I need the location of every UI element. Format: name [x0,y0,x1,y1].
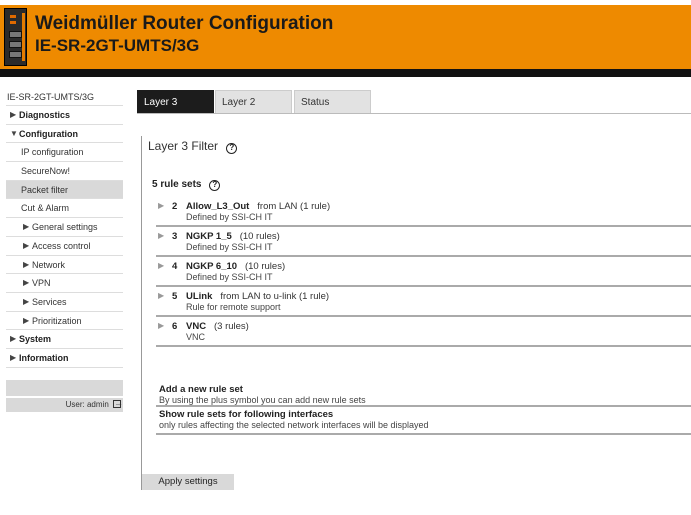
router-device-icon [4,8,27,66]
triangle-right-icon: ▶ [23,222,30,232]
rule-set-description: Defined by SSI-CH IT [186,212,273,222]
rule-set-description: Rule for remote support [186,302,281,312]
sidebar-item-label: Access control [32,240,91,251]
expand-icon[interactable]: ▶ [158,261,164,270]
rule-set-number: 3 [172,231,178,242]
rule-set-count: 5 rule sets ? [152,179,221,191]
rule-set-description: Defined by SSI-CH IT [186,242,273,252]
rule-set-number: 5 [172,291,178,302]
triangle-right-icon: ▶ [10,334,17,344]
triangle-right-icon: ▶ [10,110,17,119]
main-content: Layer 3 Filter ? 5 rule sets ? ▶ 2 Allow… [141,136,691,490]
sidebar-item-diagnostics[interactable]: ▶ Diagnostics [6,106,123,125]
add-rule-set-title: Add a new rule set [159,384,243,395]
rule-set-row[interactable]: ▶ 4 NGKP 6_10 (10 rules) Defined by SSI-… [156,260,691,287]
page-title-text: Layer 3 Filter [148,139,219,153]
rule-set-info: from LAN to u-link (1 rule) [220,291,330,302]
triangle-right-icon: ▶ [23,296,30,306]
sidebar-item-label: Prioritization [32,315,82,326]
expand-icon[interactable]: ▶ [158,321,164,330]
sidebar-device-name: IE-SR-2GT-UMTS/3G [6,88,123,106]
expand-icon[interactable]: ▶ [158,231,164,240]
rule-set-name: NGKP 6_10 [186,261,238,272]
triangle-right-icon: ▶ [10,352,17,362]
rule-set-name: VNC [186,321,207,332]
rule-set-list: ▶ 2 Allow_L3_Out from LAN (1 rule) Defin… [156,200,691,350]
interface-filter-section[interactable]: Show rule sets for following interfaces … [156,409,691,435]
app-header: Weidmüller Router Configuration IE-SR-2G… [0,0,691,77]
rule-set-description: Defined by SSI-CH IT [186,272,273,282]
sidebar-item-services[interactable]: ▶ Services [6,293,123,312]
rule-set-info: (10 rules) [239,231,280,242]
sidebar-item-configuration[interactable]: ▼ Configuration [6,125,123,144]
rule-set-number: 6 [172,321,178,332]
expand-icon[interactable]: ▶ [158,201,164,210]
sidebar-item-label: IP configuration [21,147,84,158]
add-rule-set-description: By using the plus symbol you can add new… [159,395,366,405]
sidebar-item-system[interactable]: ▶ System [6,330,123,349]
rule-set-row[interactable]: ▶ 2 Allow_L3_Out from LAN (1 rule) Defin… [156,200,691,227]
sidebar-item-label: Diagnostics [19,110,71,120]
sidebar-item-label: Cut & Alarm [21,203,70,214]
header-divider [0,69,691,77]
sidebar-item-access-control[interactable]: ▶ Access control [6,237,123,256]
expand-icon[interactable]: ▶ [158,291,164,300]
triangle-right-icon: ▶ [23,259,30,269]
tab-bar: Layer 3 Layer 2 Status [137,90,691,114]
sidebar-item-ip-configuration[interactable]: IP configuration [6,143,123,163]
sidebar-item-label: System [19,334,52,345]
app-title: Weidmüller Router Configuration [35,13,334,34]
interface-filter-description: only rules affecting the selected networ… [159,420,429,430]
sidebar-item-label: Packet filter [21,184,69,195]
rule-set-row[interactable]: ▶ 3 NGKP 1_5 (10 rules) Defined by SSI-C… [156,230,691,257]
sidebar-item-prioritization[interactable]: ▶ Prioritization [6,312,123,331]
sidebar-item-label: Configuration [19,128,78,139]
apply-settings-button[interactable]: Apply settings [142,474,234,490]
rule-set-name: ULink [186,291,213,302]
rule-set-row[interactable]: ▶ 5 ULink from LAN to u-link (1 rule) Ru… [156,290,691,317]
triangle-right-icon: ▶ [23,240,30,250]
sidebar-item-general-settings[interactable]: ▶ General settings [6,218,123,237]
rule-set-count-text: 5 rule sets [152,179,202,190]
sidebar-nav: IE-SR-2GT-UMTS/3G ▶ Diagnostics ▼ Config… [6,88,123,412]
user-label: User: admin [65,399,109,409]
sidebar-item-label: General settings [32,222,98,233]
sidebar-item-label: Information [19,352,69,363]
help-icon[interactable]: ? [209,180,221,191]
user-bar: User: admin [6,396,123,412]
rule-set-row[interactable]: ▶ 6 VNC (3 rules) VNC [156,320,691,347]
sidebar-item-packet-filter[interactable]: Packet filter [6,180,123,200]
sidebar-item-securenow[interactable]: SecureNow! [6,162,123,181]
rule-set-description: VNC [186,332,206,342]
tab-layer-2[interactable]: Layer 2 [215,90,292,113]
sidebar-item-information[interactable]: ▶ Information [6,349,123,368]
tab-layer-3[interactable]: Layer 3 [137,90,214,113]
logout-icon[interactable] [113,396,123,410]
device-model: IE-SR-2GT-UMTS/3G [35,36,200,55]
sidebar-item-network[interactable]: ▶ Network [6,256,123,275]
add-rule-set-section[interactable]: Add a new rule set By using the plus sym… [156,384,691,407]
sidebar-item-label: Services [32,296,67,307]
rule-set-info: from LAN (1 rule) [257,201,331,212]
rule-set-info: (10 rules) [244,261,286,272]
interface-filter-title: Show rule sets for following interfaces [159,409,334,420]
sidebar-item-label: VPN [32,278,51,289]
rule-set-number: 2 [172,201,178,212]
page-title: Layer 3 Filter ? [148,139,238,154]
help-icon[interactable]: ? [226,143,238,154]
tab-status[interactable]: Status [294,90,371,113]
rule-set-name: Allow_L3_Out [186,201,250,212]
sidebar-item-vpn[interactable]: ▶ VPN [6,274,123,293]
sidebar-item-label: Network [32,259,66,270]
sidebar-item-cut-alarm[interactable]: Cut & Alarm [6,199,123,219]
sidebar-spacer [6,379,123,396]
rule-set-number: 4 [172,261,178,272]
rule-set-info: (3 rules) [213,321,249,332]
sidebar-item-label: SecureNow! [21,166,71,177]
rule-set-name: NGKP 1_5 [186,231,232,242]
triangle-right-icon: ▶ [23,278,30,288]
triangle-right-icon: ▶ [23,315,30,325]
triangle-down-icon: ▼ [10,128,18,138]
